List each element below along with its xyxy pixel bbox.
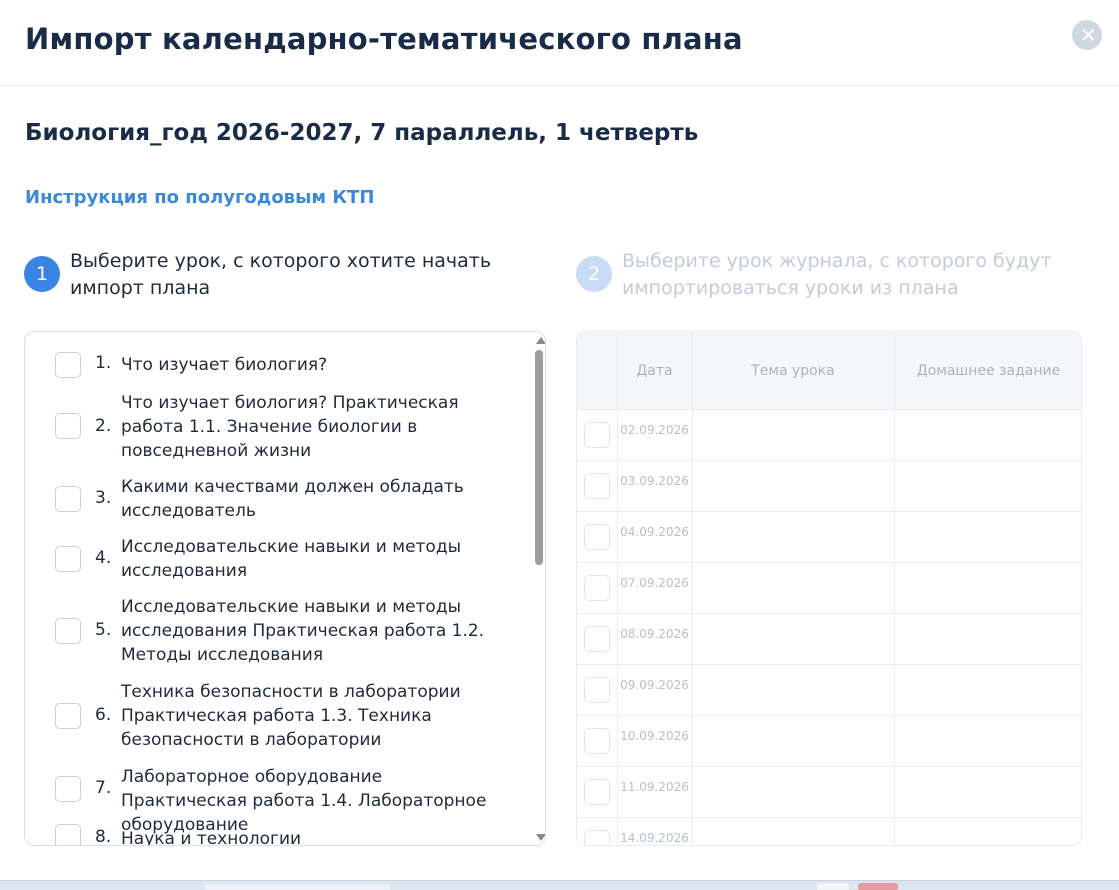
lesson-number: 6. — [95, 705, 112, 725]
modal-header: Импорт календарно-тематического плана ✕ — [0, 0, 1119, 86]
lesson-number: 1. — [95, 353, 112, 373]
instruction-link[interactable]: Инструкция по полугодовым КТП — [25, 187, 374, 208]
close-button[interactable]: ✕ — [1072, 20, 1102, 50]
row-date: 04.09.2026 — [620, 525, 689, 539]
row-date: 03.09.2026 — [620, 474, 689, 488]
row-checkbox[interactable] — [584, 473, 610, 499]
lesson-checkbox[interactable] — [55, 703, 81, 729]
list-item[interactable]: 3. Какими качествами должен обладать исс… — [25, 474, 533, 526]
row-date: 10.09.2026 — [620, 729, 689, 743]
row-checkbox[interactable] — [584, 524, 610, 550]
table-row[interactable]: 10.09.2026 — [577, 716, 1081, 767]
taskbar-item[interactable] — [205, 884, 390, 890]
scroll-thumb[interactable] — [535, 350, 543, 565]
scroll-down-arrow-icon[interactable] — [536, 834, 545, 841]
lesson-title: Что изучает биология? Практическая работ… — [121, 393, 459, 461]
step-number-badge: 2 — [576, 256, 612, 292]
lesson-checkbox[interactable] — [55, 352, 81, 378]
lesson-title: Техника безопасности в лаборатории Практ… — [121, 682, 461, 750]
row-checkbox[interactable] — [584, 830, 610, 845]
lesson-list-scrollbar[interactable] — [533, 332, 545, 845]
lesson-checkbox[interactable] — [55, 546, 81, 572]
step-1-text: Выберите урок, с которого хотите начать … — [70, 250, 492, 299]
table-row[interactable]: 11.09.2026 — [577, 767, 1081, 818]
lesson-number: 2. — [95, 416, 112, 436]
list-item[interactable]: 2. Что изучает биология? Практическая ра… — [25, 390, 533, 466]
table-row[interactable]: 07.09.2026 — [577, 563, 1081, 614]
column-date-header: Дата — [636, 363, 673, 379]
lesson-number: 3. — [95, 488, 112, 508]
list-item[interactable]: 5. Исследовательские навыки и методы исс… — [25, 594, 533, 670]
lesson-checkbox[interactable] — [55, 413, 81, 439]
journal-lessons-table: Дата Тема урока Домашнее задание 02.09.2… — [576, 331, 1082, 846]
row-checkbox[interactable] — [584, 422, 610, 448]
lesson-number: 5. — [95, 620, 112, 640]
table-header: Дата Тема урока Домашнее задание — [577, 332, 1081, 410]
taskbar — [0, 880, 1119, 890]
table-row[interactable]: 04.09.2026 — [577, 512, 1081, 563]
row-date: 08.09.2026 — [620, 627, 689, 641]
import-ktp-modal: Импорт календарно-тематического плана ✕ … — [0, 0, 1119, 890]
table-row[interactable]: 03.09.2026 — [577, 461, 1081, 512]
lesson-number: 7. — [95, 778, 112, 798]
table-row[interactable]: 02.09.2026 — [577, 410, 1081, 461]
scroll-up-arrow-icon[interactable] — [536, 337, 545, 344]
column-divider — [894, 332, 895, 845]
modal-title: Импорт календарно-тематического плана — [25, 22, 743, 56]
lesson-title: Исследовательские навыки и методы исслед… — [121, 597, 485, 665]
step-2-text: Выберите урок журнала, с которого будут … — [622, 250, 1052, 299]
plan-subtitle: Биология_год 2026-2027, 7 параллель, 1 ч… — [25, 120, 699, 146]
lesson-checkbox[interactable] — [55, 618, 81, 644]
lesson-title: Наука и технологии — [121, 829, 302, 846]
lesson-title: Какими качествами должен обладать исслед… — [121, 477, 464, 521]
list-item[interactable]: 6. Техника безопасности в лаборатории Пр… — [25, 679, 533, 755]
lesson-number: 4. — [95, 548, 112, 568]
close-icon: ✕ — [1080, 23, 1097, 47]
taskbar-item[interactable] — [858, 883, 898, 890]
row-date: 11.09.2026 — [620, 780, 689, 794]
table-row[interactable]: 09.09.2026 — [577, 665, 1081, 716]
row-checkbox[interactable] — [584, 575, 610, 601]
column-divider — [692, 332, 693, 845]
lesson-checkbox[interactable] — [55, 776, 81, 802]
column-divider — [617, 332, 618, 845]
lesson-list: 1. Что изучает биология? 2. Что изучает … — [25, 332, 533, 846]
row-date: 07.09.2026 — [620, 576, 689, 590]
table-row[interactable]: 08.09.2026 — [577, 614, 1081, 665]
row-date: 02.09.2026 — [620, 423, 689, 437]
lesson-title: Что изучает биология? — [121, 355, 328, 375]
step-number-badge: 1 — [24, 256, 60, 292]
lesson-checkbox[interactable] — [55, 824, 81, 845]
list-item[interactable]: 4. Исследовательские навыки и методы исс… — [25, 534, 533, 586]
table-row[interactable]: 14.09.2026 — [577, 818, 1081, 845]
list-item[interactable]: 7. Лабораторное оборудование Практическа… — [25, 764, 533, 835]
plan-lessons-panel[interactable]: 1. Что изучает биология? 2. Что изучает … — [24, 331, 546, 846]
step-1: 1 Выберите урок, с которого хотите начат… — [24, 248, 544, 302]
row-checkbox[interactable] — [584, 728, 610, 754]
taskbar-item[interactable] — [817, 883, 849, 890]
column-homework-header: Домашнее задание — [916, 363, 1061, 379]
row-date: 09.09.2026 — [620, 678, 689, 692]
row-date: 14.09.2026 — [620, 831, 689, 845]
lesson-checkbox[interactable] — [55, 486, 81, 512]
row-checkbox[interactable] — [584, 779, 610, 805]
lesson-title: Исследовательские навыки и методы исслед… — [121, 537, 462, 581]
list-item[interactable]: 8. Наука и технологии — [25, 822, 533, 846]
row-checkbox[interactable] — [584, 626, 610, 652]
lesson-number: 8. — [95, 827, 112, 846]
list-item[interactable]: 1. Что изучает биология? — [25, 350, 533, 380]
row-checkbox[interactable] — [584, 677, 610, 703]
column-topic-header: Тема урока — [751, 363, 835, 379]
step-2: 2 Выберите урок журнала, с которого буду… — [576, 248, 1096, 302]
